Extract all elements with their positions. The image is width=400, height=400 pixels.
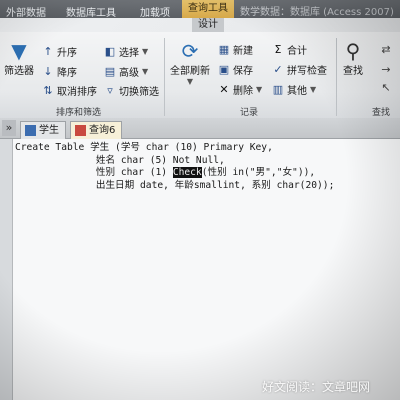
goto-icon[interactable]: →	[380, 64, 392, 76]
spelling-label: 拼写检查	[287, 66, 327, 77]
clear-sort-button[interactable]: ⇅ 取消排序	[42, 83, 97, 98]
find-group-label: 查找	[372, 108, 391, 118]
tab-addins[interactable]: 加载项	[140, 4, 170, 19]
clear-sort-icon: ⇅	[43, 83, 53, 97]
save-icon: ▣	[218, 62, 230, 76]
filter-button[interactable]: ▼ 筛选器	[4, 40, 34, 77]
selection-button[interactable]: ◧ 选择 ▼	[104, 44, 148, 59]
totals-button[interactable]: Σ 合计	[272, 42, 307, 57]
new-label: 新建	[233, 46, 253, 57]
filter-label: 筛选器	[4, 66, 34, 77]
doc-tab-label: 查询6	[89, 125, 116, 136]
spelling-button[interactable]: ✓ 拼写检查	[272, 62, 327, 77]
toggle-filter-label: 切换筛选	[119, 87, 159, 98]
binoculars-icon: ⚲	[345, 39, 361, 63]
navigation-pane-collapsed	[0, 139, 12, 400]
ascending-label: 升序	[57, 48, 77, 59]
chevron-down-icon: ▼	[186, 77, 194, 86]
doc-tab-query6[interactable]: 查询6	[70, 121, 123, 139]
chevron-down-icon: ▼	[256, 85, 263, 94]
descending-button[interactable]: ↓ 降序	[42, 64, 77, 79]
refresh-all-label: 全部刷新	[170, 66, 210, 77]
doc-tab-students[interactable]: 学生	[20, 121, 66, 139]
more-button[interactable]: ▥ 其他 ▼	[272, 82, 316, 97]
chevron-down-icon: ▼	[142, 47, 149, 56]
more-label: 其他	[287, 86, 307, 97]
totals-label: 合计	[287, 46, 307, 57]
nav-pane-toggle-icon[interactable]: »	[2, 120, 16, 136]
save-button[interactable]: ▣ 保存	[218, 62, 253, 77]
advanced-filter-icon: ▤	[104, 64, 116, 78]
toggle-filter-icon: ▿	[107, 83, 113, 97]
query-icon	[75, 125, 86, 136]
select-icon[interactable]: ↖	[380, 82, 392, 94]
sort-descending-icon: ↓	[43, 64, 53, 78]
sql-line-4: 出生日期 date, 年龄smallint, 系别 char(20));	[15, 179, 335, 191]
delete-x-icon: ✕	[219, 82, 229, 96]
advanced-button[interactable]: ▤ 高级 ▼	[104, 64, 148, 79]
toggle-filter-button[interactable]: ▿ 切换筛选	[104, 83, 159, 98]
sort-filter-group-label: 排序和筛选	[56, 108, 102, 118]
delete-label: 删除	[233, 86, 253, 97]
sql-line-1: Create Table 学生 (学号 char (10) Primary Ke…	[15, 142, 273, 153]
document-tab-bar: » 学生 查询6	[0, 118, 400, 139]
selection-label: 选择	[119, 48, 139, 59]
group-divider	[164, 38, 165, 116]
tab-design[interactable]: 设计	[192, 18, 224, 32]
replace-icon[interactable]: ⇄	[380, 44, 392, 56]
access-window: 外部数据 数据库工具 加载项 查询工具 数学数据：数据库 (Access 200…	[0, 0, 400, 400]
chevron-down-icon: ▼	[142, 67, 149, 76]
funnel-icon: ▼	[11, 39, 27, 63]
ribbon: ▼ 筛选器 ↑ 升序 ↓ 降序 ⇅ 取消排序 ◧ 选择 ▼ ▤ 高级 ▼ ▿ 切…	[0, 32, 400, 119]
find-button[interactable]: ⚲ 查找	[342, 40, 364, 77]
new-record-button[interactable]: ▦ 新建	[218, 42, 253, 57]
window-title: 数学数据：数据库 (Access 2007)	[240, 7, 394, 18]
doc-tab-label: 学生	[39, 125, 59, 136]
descending-label: 降序	[57, 68, 77, 79]
sql-text[interactable]: Create Table 学生 (学号 char (10) Primary Ke…	[15, 142, 334, 192]
group-divider	[336, 38, 337, 116]
sigma-icon: Σ	[274, 42, 282, 56]
watermark-text: 好文阅读：文章吧网	[262, 380, 371, 394]
sql-line-3-pre: 性别 char (1)	[15, 167, 173, 179]
sort-ascending-icon: ↑	[43, 44, 53, 58]
selection-filter-icon: ◧	[104, 44, 116, 58]
refresh-all-button[interactable]: ⟳ 全部刷新 ▼	[170, 40, 210, 86]
delete-button[interactable]: ✕ 删除 ▼	[218, 82, 262, 97]
new-record-icon: ▦	[218, 42, 230, 56]
advanced-label: 高级	[119, 68, 139, 79]
chevron-down-icon: ▼	[310, 85, 317, 94]
more-grid-icon: ▥	[272, 82, 284, 96]
sql-selected-text: Check	[172, 167, 202, 179]
tab-external-data[interactable]: 外部数据	[6, 4, 46, 19]
sql-editor[interactable]: Create Table 学生 (学号 char (10) Primary Ke…	[12, 139, 400, 400]
ascending-button[interactable]: ↑ 升序	[42, 44, 77, 59]
sql-line-3-post: (性别 in("男","女")),	[201, 167, 316, 179]
save-label: 保存	[233, 66, 253, 77]
spell-check-icon: ✓	[273, 62, 283, 76]
records-group-label: 记录	[240, 108, 259, 118]
find-label: 查找	[343, 66, 363, 77]
table-icon	[25, 125, 36, 136]
sql-line-2: 姓名 char (5) Not Null,	[15, 154, 225, 166]
ribbon-tab-strip: 外部数据 数据库工具 加载项 查询工具 数学数据：数据库 (Access 200…	[0, 0, 400, 19]
refresh-icon: ⟳	[181, 39, 199, 63]
clear-sort-label: 取消排序	[57, 87, 97, 98]
tab-database-tools[interactable]: 数据库工具	[66, 4, 116, 19]
tab-query-tools: 查询工具	[182, 0, 234, 18]
